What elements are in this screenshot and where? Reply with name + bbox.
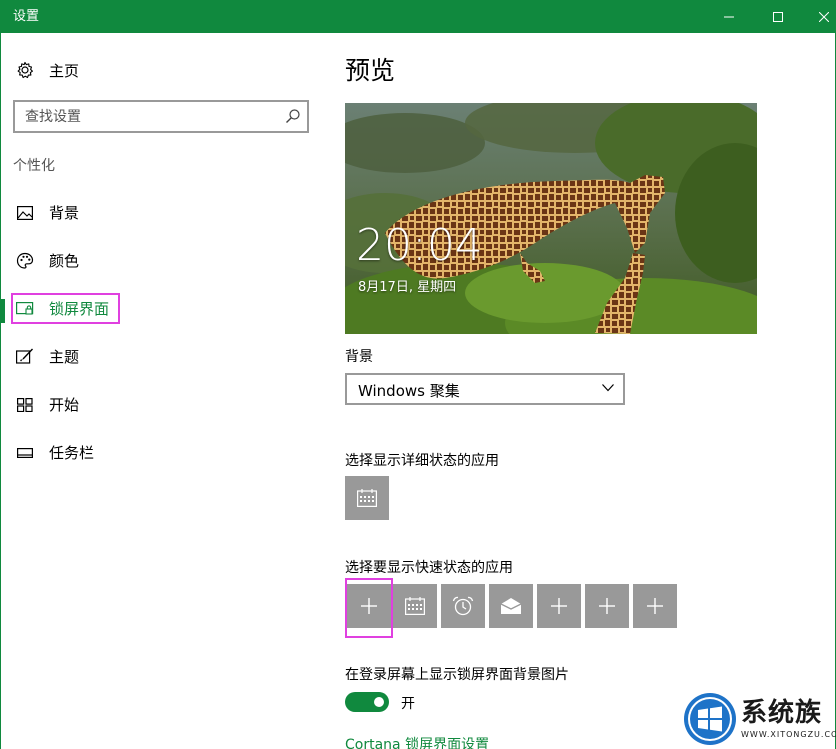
search-icon[interactable] bbox=[285, 108, 301, 124]
sidebar-item-label: 开始 bbox=[49, 396, 80, 414]
maximize-icon bbox=[773, 11, 783, 22]
sidebar-item-label: 背景 bbox=[49, 204, 80, 222]
minimize-icon bbox=[724, 16, 734, 17]
cortana-lock-screen-settings-link[interactable]: Cortana 锁屏界面设置 bbox=[345, 734, 489, 749]
quick-app-add-tile-3[interactable] bbox=[585, 584, 629, 628]
nav-home-label: 主页 bbox=[49, 61, 80, 80]
section-label-personalization: 个性化 bbox=[13, 158, 55, 174]
quick-app-add-tile-2[interactable] bbox=[537, 584, 581, 628]
highlight-box-quick-add bbox=[345, 578, 393, 638]
calendar-icon bbox=[405, 597, 425, 615]
quick-app-mail-tile[interactable] bbox=[489, 584, 533, 628]
quick-app-calendar-tile[interactable] bbox=[393, 584, 437, 628]
sidebar-item-label: 主题 bbox=[49, 348, 80, 366]
highlight-box-lock-screen bbox=[11, 293, 120, 324]
background-dropdown-value: Windows 聚集 bbox=[358, 382, 460, 400]
sidebar-item-label: 任务栏 bbox=[49, 444, 95, 462]
watermark-text: 系统族 bbox=[741, 698, 823, 728]
window-title: 设置 bbox=[13, 9, 40, 24]
search-input[interactable] bbox=[15, 102, 275, 131]
detail-apps-label: 选择显示详细状态的应用 bbox=[345, 453, 499, 469]
background-label: 背景 bbox=[345, 349, 373, 365]
sidebar-item-themes[interactable]: 主题 bbox=[0, 337, 320, 377]
maximize-button[interactable] bbox=[755, 0, 801, 33]
chevron-down-icon bbox=[602, 384, 614, 392]
windows-logo-icon bbox=[684, 693, 736, 745]
watermark-url: WWW.XITONGZU.COM bbox=[741, 730, 836, 739]
sidebar-item-background[interactable]: 背景 bbox=[0, 193, 320, 233]
background-dropdown[interactable]: Windows 聚集 bbox=[345, 373, 625, 405]
quick-app-add-tile-4[interactable] bbox=[633, 584, 677, 628]
active-indicator bbox=[0, 299, 5, 323]
nav-home[interactable]: 主页 bbox=[16, 58, 79, 82]
preview-background-image bbox=[345, 103, 757, 334]
preview-date: 8月17日, 星期四 bbox=[358, 280, 457, 295]
login-background-toggle[interactable] bbox=[345, 692, 389, 712]
sidebar-item-colors[interactable]: 颜色 bbox=[0, 241, 320, 281]
search-box[interactable] bbox=[13, 100, 309, 133]
calendar-icon bbox=[357, 489, 377, 507]
plus-icon bbox=[647, 598, 663, 614]
gear-icon bbox=[16, 61, 34, 79]
minimize-button[interactable] bbox=[706, 0, 752, 33]
detail-app-calendar-tile[interactable] bbox=[345, 476, 389, 520]
title-bar: 设置 bbox=[0, 0, 836, 33]
close-button[interactable] bbox=[801, 0, 836, 33]
palette-icon bbox=[16, 252, 34, 270]
quick-app-alarm-tile[interactable] bbox=[441, 584, 485, 628]
start-grid-icon bbox=[16, 396, 34, 414]
alarm-clock-icon bbox=[452, 596, 474, 616]
theme-brush-icon bbox=[16, 348, 34, 366]
sidebar-item-start[interactable]: 开始 bbox=[0, 385, 320, 425]
taskbar-icon bbox=[16, 444, 34, 462]
lock-screen-preview: 20:04 8月17日, 星期四 bbox=[345, 103, 757, 334]
toggle-knob bbox=[374, 697, 384, 707]
sidebar-item-taskbar[interactable]: 任务栏 bbox=[0, 433, 320, 473]
watermark-logo: 系统族 WWW.XITONGZU.COM bbox=[683, 688, 836, 749]
preview-time: 20:04 bbox=[356, 220, 483, 271]
mail-icon bbox=[500, 598, 522, 614]
plus-icon bbox=[599, 598, 615, 614]
quick-apps-label: 选择要显示快速状态的应用 bbox=[345, 560, 513, 576]
sidebar-item-label: 颜色 bbox=[49, 252, 80, 270]
plus-icon bbox=[551, 598, 567, 614]
page-title: 预览 bbox=[345, 56, 396, 85]
login-background-label: 在登录屏幕上显示锁屏界面背景图片 bbox=[345, 667, 569, 683]
image-icon bbox=[16, 204, 34, 222]
close-icon bbox=[819, 11, 829, 22]
toggle-state-label: 开 bbox=[401, 696, 415, 712]
